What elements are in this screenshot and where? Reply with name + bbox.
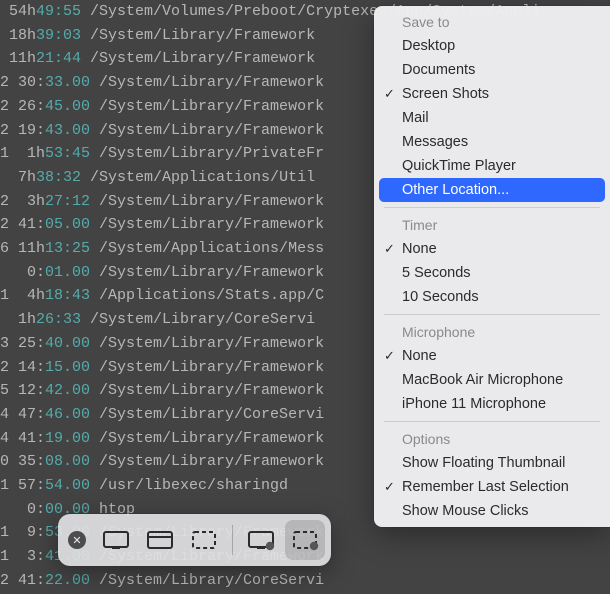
menu-item-label: QuickTime Player	[402, 158, 516, 174]
screenshot-toolbar[interactable]: ✕	[58, 514, 331, 566]
record-screen-icon	[247, 529, 275, 551]
toolbar-separator	[232, 525, 233, 555]
capture-selection-button[interactable]	[184, 520, 224, 560]
close-button[interactable]: ✕	[68, 531, 86, 549]
record-selection-icon	[291, 529, 319, 551]
menu-item-label: MacBook Air Microphone	[402, 372, 563, 388]
menu-heading: Options	[374, 427, 610, 451]
menu-item-label: Show Floating Thumbnail	[402, 455, 565, 471]
options-menu[interactable]: Save to Desktop Documents Screen Shots Mail M…	[374, 6, 610, 527]
menu-item-macbook-air-microphone[interactable]: MacBook Air Microphone	[374, 368, 610, 392]
record-screen-button[interactable]	[241, 520, 281, 560]
menu-item-label: Documents	[402, 62, 475, 78]
capture-window-icon	[146, 529, 174, 551]
menu-item-documents[interactable]: Documents	[374, 58, 610, 82]
capture-window-button[interactable]	[140, 520, 180, 560]
capture-entire-screen-button[interactable]	[96, 520, 136, 560]
menu-item-label: None	[402, 348, 437, 364]
menu-item-label: Show Mouse Clicks	[402, 503, 529, 519]
capture-selection-icon	[190, 529, 218, 551]
menu-item-other-location[interactable]: Other Location...	[379, 178, 605, 202]
menu-separator	[384, 314, 600, 315]
menu-heading: Microphone	[374, 320, 610, 344]
menu-item-quicktime-player[interactable]: QuickTime Player	[374, 154, 610, 178]
menu-item-10-seconds[interactable]: 10 Seconds	[374, 285, 610, 309]
menu-item-remember-last-selection[interactable]: Remember Last Selection	[374, 475, 610, 499]
menu-item-label: Screen Shots	[402, 86, 489, 102]
menu-item-label: 10 Seconds	[402, 289, 479, 305]
menu-item-label: Desktop	[402, 38, 455, 54]
menu-heading: Timer	[374, 213, 610, 237]
menu-item-label: Mail	[402, 110, 429, 126]
menu-item-none[interactable]: None	[374, 344, 610, 368]
menu-item-label: Remember Last Selection	[402, 479, 569, 495]
capture-entire-screen-icon	[102, 529, 130, 551]
menu-item-label: None	[402, 241, 437, 257]
menu-separator	[384, 421, 600, 422]
menu-item-show-mouse-clicks[interactable]: Show Mouse Clicks	[374, 499, 610, 523]
menu-item-iphone-11-microphone[interactable]: iPhone 11 Microphone	[374, 392, 610, 416]
menu-item-screen-shots[interactable]: Screen Shots	[374, 82, 610, 106]
menu-item-show-floating-thumbnail[interactable]: Show Floating Thumbnail	[374, 451, 610, 475]
menu-item-label: 5 Seconds	[402, 265, 471, 281]
menu-item-5-seconds[interactable]: 5 Seconds	[374, 261, 610, 285]
menu-item-none[interactable]: None	[374, 237, 610, 261]
screenshot-stage: 54h49:55 /System/Volumes/Preboot/Cryptex…	[0, 0, 610, 594]
menu-heading: Save to	[374, 10, 610, 34]
terminal-row: 2 41:22.00 /System/Library/CoreServi	[0, 569, 610, 593]
menu-item-mail[interactable]: Mail	[374, 106, 610, 130]
record-selection-button[interactable]	[285, 520, 325, 560]
menu-item-messages[interactable]: Messages	[374, 130, 610, 154]
menu-item-label: iPhone 11 Microphone	[402, 396, 546, 412]
menu-item-desktop[interactable]: Desktop	[374, 34, 610, 58]
menu-separator	[384, 207, 600, 208]
menu-item-label: Messages	[402, 134, 468, 150]
menu-item-label: Other Location...	[402, 182, 509, 198]
